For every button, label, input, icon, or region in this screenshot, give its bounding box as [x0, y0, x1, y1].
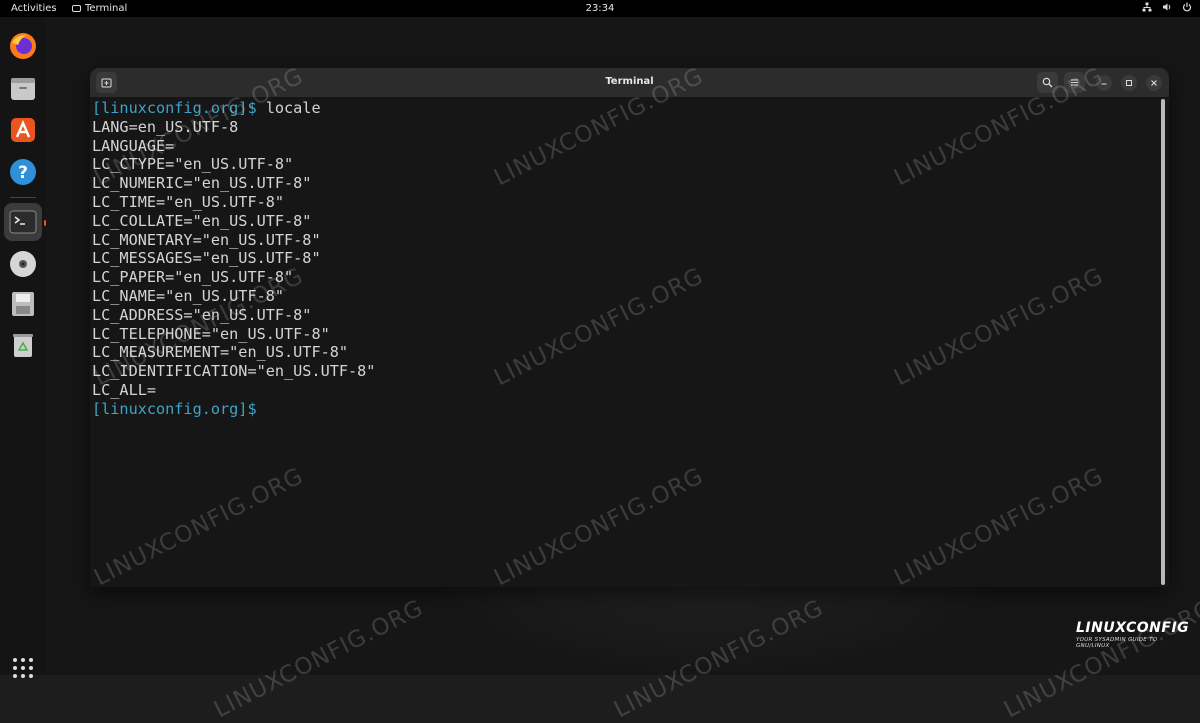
- output-line: LC_COLLATE="en_US.UTF-8": [92, 211, 312, 230]
- output-line: LC_IDENTIFICATION="en_US.UTF-8": [92, 362, 376, 381]
- save-icon: [12, 292, 34, 316]
- brand-logo: LINUXCONFIG YOUR SYSADMIN GUIDE TO GNU/L…: [1076, 620, 1190, 649]
- minimize-icon: [1101, 83, 1107, 85]
- brand-tagline: YOUR SYSADMIN GUIDE TO GNU/LINUX: [1076, 637, 1158, 649]
- terminal-window[interactable]: Terminal [linuxconfig.org]$ locale LANG=…: [90, 68, 1169, 587]
- help-icon: ?: [10, 159, 36, 185]
- app-menu[interactable]: Terminal: [72, 3, 127, 14]
- dock: ?: [0, 17, 46, 678]
- maximize-button[interactable]: [1121, 75, 1137, 91]
- output-line: LC_NAME="en_US.UTF-8": [92, 286, 285, 305]
- menu-button[interactable]: [1064, 72, 1085, 93]
- dock-terminal[interactable]: [4, 203, 42, 241]
- power-icon: [1182, 2, 1192, 12]
- output-line: LANG=en_US.UTF-8: [92, 117, 239, 136]
- output-line: LC_MESSAGES="en_US.UTF-8": [92, 249, 321, 268]
- prompt: [linuxconfig.org]$: [92, 99, 257, 117]
- app-menu-label: Terminal: [85, 3, 128, 14]
- new-tab-button[interactable]: [96, 72, 117, 93]
- minimize-button[interactable]: [1096, 75, 1112, 91]
- window-title: Terminal: [605, 76, 654, 87]
- activities-button[interactable]: Activities: [11, 3, 57, 14]
- network-icon: [1142, 2, 1152, 12]
- output-line: LC_TIME="en_US.UTF-8": [92, 192, 285, 211]
- volume-icon: [1163, 3, 1171, 11]
- system-tray[interactable]: [1142, 2, 1192, 12]
- output-line: LC_ALL=: [92, 380, 157, 399]
- menu-icon: [1071, 79, 1078, 86]
- prompt: [linuxconfig.org]$: [92, 399, 257, 418]
- maximize-icon: [1126, 80, 1132, 86]
- output-line: LC_MONETARY="en_US.UTF-8": [92, 230, 321, 249]
- output-line: LC_CTYPE="en_US.UTF-8": [92, 155, 294, 174]
- window-titlebar[interactable]: Terminal: [90, 68, 1169, 97]
- search-button[interactable]: [1037, 72, 1058, 93]
- disc-icon: [10, 251, 36, 277]
- output-line: LC_ADDRESS="en_US.UTF-8": [92, 305, 312, 324]
- close-button[interactable]: [1146, 75, 1162, 91]
- software-icon: [11, 118, 35, 142]
- new-tab-icon: [101, 78, 112, 88]
- clock[interactable]: 23:34: [586, 3, 615, 14]
- top-bar: Activities Terminal 23:34: [0, 0, 1200, 17]
- command-line: [linuxconfig.org]$ locale: [92, 99, 375, 118]
- dock-separator: [10, 197, 36, 198]
- dock-files[interactable]: [4, 69, 42, 107]
- output-line: LANGUAGE=: [92, 136, 175, 155]
- dock-save[interactable]: [4, 285, 42, 323]
- brand-name: LINUXCONFIG: [1076, 620, 1190, 636]
- command: locale: [256, 99, 321, 117]
- output-line: LC_PAPER="en_US.UTF-8": [92, 268, 294, 287]
- firefox-icon: [10, 33, 36, 59]
- svg-text:?: ?: [18, 163, 28, 183]
- dock-trash[interactable]: [4, 326, 42, 364]
- dock-disc[interactable]: [4, 245, 42, 283]
- terminal-body[interactable]: [linuxconfig.org]$ locale LANG=en_US.UTF-…: [90, 97, 1169, 587]
- close-icon: [1151, 80, 1157, 86]
- dock-help[interactable]: ?: [4, 153, 42, 191]
- terminal-small-icon: [72, 5, 81, 12]
- output-line: LC_MEASUREMENT="en_US.UTF-8": [92, 343, 349, 362]
- terminal-output[interactable]: [linuxconfig.org]$ locale LANG=en_US.UTF-…: [92, 99, 375, 419]
- output-line: LC_TELEPHONE="en_US.UTF-8": [92, 324, 330, 343]
- dock-software[interactable]: [4, 111, 42, 149]
- search-icon: [1042, 77, 1053, 88]
- trash-icon: [13, 334, 33, 357]
- terminal-icon: [9, 210, 37, 234]
- files-icon: [11, 78, 35, 100]
- scrollbar[interactable]: [1161, 99, 1165, 585]
- final-prompt-line: [linuxconfig.org]$: [92, 400, 375, 419]
- running-indicator: [44, 220, 46, 226]
- app-grid-icon[interactable]: [13, 658, 33, 678]
- output-line: LC_NUMERIC="en_US.UTF-8": [92, 174, 312, 193]
- dock-firefox[interactable]: [4, 27, 42, 65]
